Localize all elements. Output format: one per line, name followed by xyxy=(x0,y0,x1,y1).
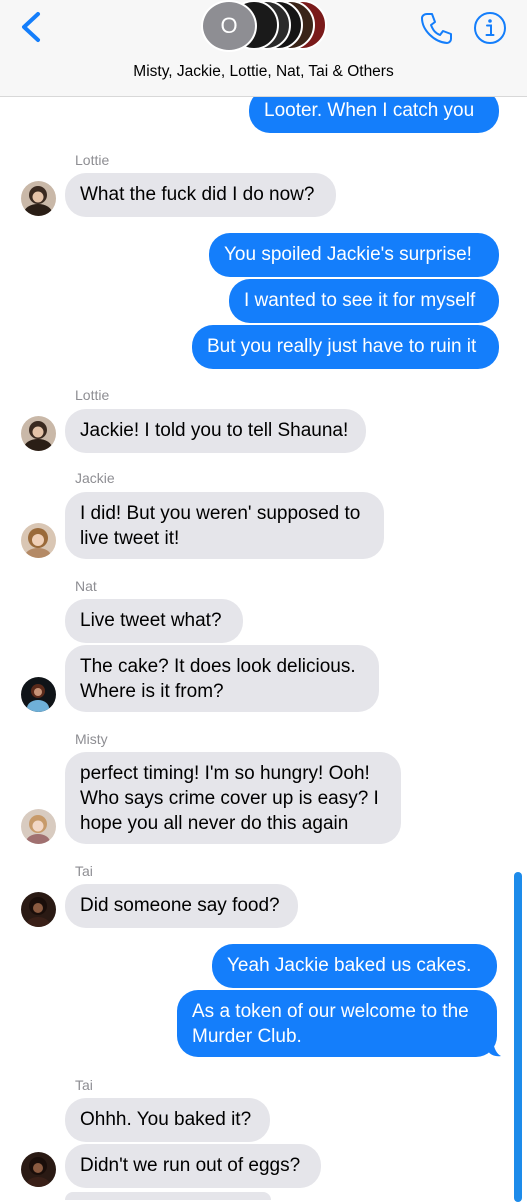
sender-name: Tai xyxy=(75,1077,93,1093)
message-bubble-outgoing[interactable]: I wanted to see it for myself xyxy=(229,279,499,323)
sender-name: Lottie xyxy=(75,152,110,168)
scrollbar[interactable] xyxy=(514,872,522,1202)
message-bubble-incoming[interactable]: Live tweet what? xyxy=(65,599,243,643)
message-bubble-outgoing[interactable]: As a token of our welcome to the Murder … xyxy=(177,990,497,1057)
message-line: perfect timing! I'm so hungry! Ooh! xyxy=(80,763,370,784)
message-line: live tweet it! xyxy=(80,528,180,549)
avatar-jackie xyxy=(21,523,56,558)
group-avatar-initial: O xyxy=(201,0,257,52)
message-bubble-incoming[interactable]: Did someone say food? xyxy=(65,884,298,928)
sender-name: Misty xyxy=(75,731,108,747)
message-bubble-incoming[interactable]: What the fuck did I do now? xyxy=(65,173,336,217)
sender-name: Jackie xyxy=(75,470,115,486)
phone-icon xyxy=(421,13,452,44)
message-bubble-incoming[interactable]: perfect timing! I'm so hungry! Ooh! Who … xyxy=(65,752,401,844)
avatar-lottie xyxy=(21,416,56,451)
message-bubble-incoming[interactable]: I did! But you weren' supposed to live t… xyxy=(65,492,384,559)
message-bubble-partial xyxy=(65,1192,271,1200)
message-line: The cake? It does look delicious. xyxy=(80,656,356,677)
conversation-header: O Misty, Jackie, Lottie, Nat, Tai & Othe… xyxy=(0,0,527,97)
chevron-left-icon xyxy=(22,12,40,42)
message-bubble-incoming[interactable]: Didn't we run out of eggs? xyxy=(65,1144,321,1188)
conversation-title[interactable]: Misty, Jackie, Lottie, Nat, Tai & Others xyxy=(0,63,527,81)
info-button[interactable] xyxy=(473,11,507,45)
message-bubble-incoming[interactable]: The cake? It does look delicious. Where … xyxy=(65,645,379,712)
sender-name: Tai xyxy=(75,863,93,879)
message-line: Where is it from? xyxy=(80,681,224,702)
avatar-misty xyxy=(21,809,56,844)
message-line: I did! But you weren' supposed to xyxy=(80,503,361,524)
info-icon xyxy=(474,12,506,44)
message-bubble-incoming[interactable]: Ohhh. You baked it? xyxy=(65,1098,270,1142)
message-line: hope you all never do this again xyxy=(80,813,349,834)
message-line: Murder Club. xyxy=(192,1026,302,1047)
avatar-tai xyxy=(21,892,56,927)
message-bubble-outgoing[interactable]: Yeah Jackie baked us cakes. xyxy=(212,944,497,988)
message-line: Who says crime cover up is easy? I xyxy=(80,788,379,809)
avatar-nat xyxy=(21,677,56,712)
sender-name: Nat xyxy=(75,578,97,594)
back-button[interactable] xyxy=(14,8,50,48)
avatar-tai xyxy=(21,1152,56,1187)
message-bubble-outgoing[interactable]: You spoiled Jackie's surprise! xyxy=(209,233,499,277)
bubble-tail xyxy=(488,1041,501,1057)
message-bubble-incoming[interactable]: Jackie! I told you to tell Shauna! xyxy=(65,409,366,453)
group-avatar-stack[interactable]: O xyxy=(201,0,331,52)
call-button[interactable] xyxy=(418,10,454,46)
message-line: As a token of our welcome to the xyxy=(192,1001,469,1022)
sender-name: Lottie xyxy=(75,387,110,403)
avatar-lottie xyxy=(21,181,56,216)
message-bubble-outgoing[interactable]: But you really just have to ruin it xyxy=(192,325,499,369)
